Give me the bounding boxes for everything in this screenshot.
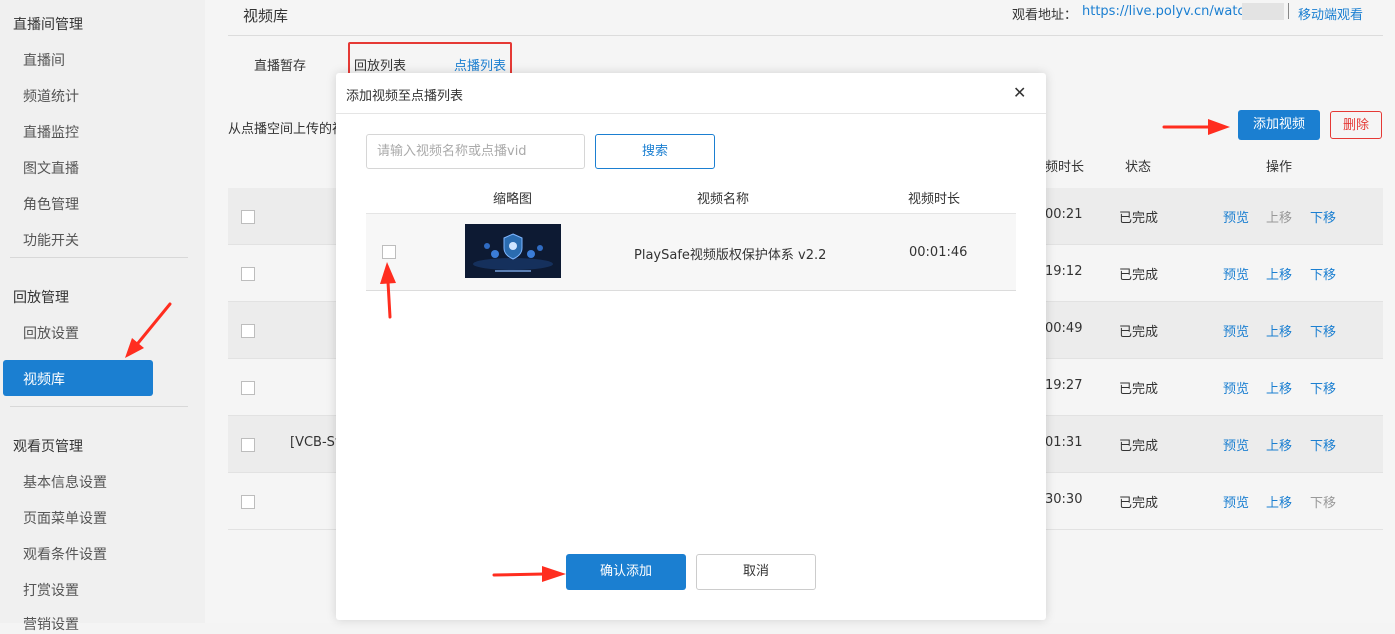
move-up-link[interactable]: 上移 xyxy=(1266,492,1292,511)
move-up-link: 上移 xyxy=(1266,211,1293,226)
sidebar: 直播间管理 直播间 频道统计 直播监控 图文直播 角色管理 功能开关 回放管理 … xyxy=(0,0,205,633)
sidebar-group-watch: 观看页管理 xyxy=(13,439,83,455)
row-status: 已完成 xyxy=(1119,268,1159,283)
sidebar-item-basic-info[interactable]: 基本信息设置 xyxy=(23,472,107,492)
close-icon[interactable]: ✕ xyxy=(1013,83,1026,102)
sidebar-item-feature-switch[interactable]: 功能开关 xyxy=(23,230,79,250)
header-separator xyxy=(1288,3,1289,19)
preview-link[interactable]: 预览 xyxy=(1223,435,1249,454)
row-status: 已完成 xyxy=(1119,496,1159,511)
row-checkbox[interactable] xyxy=(241,267,255,281)
column-header-video-name: 视频名称 xyxy=(697,192,750,207)
url-redaction xyxy=(1242,3,1284,20)
row-duration: 00:21 xyxy=(1045,207,1083,222)
watch-url-link[interactable]: https://live.polyv.cn/watch/ xyxy=(1082,4,1257,19)
preview-link[interactable]: 预览 xyxy=(1223,378,1249,397)
tab-live-storage[interactable]: 直播暂存 xyxy=(254,55,306,74)
move-up-link[interactable]: 上移 xyxy=(1266,435,1292,454)
sidebar-item-live-room[interactable]: 直播间 xyxy=(23,50,65,70)
sidebar-group-live: 直播间管理 xyxy=(13,17,83,33)
row-checkbox[interactable] xyxy=(241,495,255,509)
sidebar-item-text-live[interactable]: 图文直播 xyxy=(23,158,79,178)
row-checkbox[interactable] xyxy=(241,381,255,395)
confirm-add-button[interactable]: 确认添加 xyxy=(566,554,686,590)
sidebar-item-marketing[interactable]: 营销设置 xyxy=(23,614,79,634)
search-input[interactable] xyxy=(366,134,585,169)
delete-button[interactable]: 删除 xyxy=(1330,111,1382,139)
video-name: PlaySafe视频版权保护体系 v2.2 xyxy=(634,248,827,263)
header-divider xyxy=(228,35,1383,36)
thumbnail-image xyxy=(465,224,561,278)
move-down-link[interactable]: 下移 xyxy=(1310,321,1336,340)
move-down-link[interactable]: 下移 xyxy=(1310,264,1336,283)
page-title: 视频库 xyxy=(243,7,289,25)
sidebar-item-reward[interactable]: 打赏设置 xyxy=(23,580,79,600)
sidebar-divider xyxy=(10,406,188,407)
row-duration: 19:27 xyxy=(1045,378,1083,393)
move-down-link[interactable]: 下移 xyxy=(1310,207,1336,226)
mobile-watch-link[interactable]: 移动端观看 xyxy=(1298,4,1363,23)
row-duration: 30:30 xyxy=(1045,492,1083,507)
move-down-link[interactable]: 下移 xyxy=(1310,435,1336,454)
row-duration: 00:49 xyxy=(1045,321,1083,336)
table-row: PlaySafe视频版权保护体系 v2.2 00:01:46 xyxy=(366,214,1016,291)
sidebar-item-watch-conditions[interactable]: 观看条件设置 xyxy=(23,544,107,564)
move-down-link[interactable]: 下移 xyxy=(1310,378,1336,397)
preview-link[interactable]: 预览 xyxy=(1223,321,1249,340)
row-status: 已完成 xyxy=(1119,382,1159,397)
description-text: 从点播空间上传的视 xyxy=(228,122,346,137)
column-header-duration: 频时长 xyxy=(1045,160,1085,175)
sidebar-item-playback-settings[interactable]: 回放设置 xyxy=(23,323,79,343)
search-button[interactable]: 搜索 xyxy=(595,134,715,169)
sidebar-item-page-menu[interactable]: 页面菜单设置 xyxy=(23,508,107,528)
sidebar-item-live-monitor[interactable]: 直播监控 xyxy=(23,122,79,142)
column-header-status: 状态 xyxy=(1125,160,1152,175)
dialog-title: 添加视频至点播列表 xyxy=(346,89,464,104)
column-header-ops: 操作 xyxy=(1266,160,1293,175)
preview-link[interactable]: 预览 xyxy=(1223,492,1249,511)
move-up-link[interactable]: 上移 xyxy=(1266,321,1292,340)
move-up-link[interactable]: 上移 xyxy=(1266,264,1292,283)
preview-link[interactable]: 预览 xyxy=(1223,207,1249,226)
dialog-divider xyxy=(336,113,1046,114)
row-status: 已完成 xyxy=(1119,211,1159,226)
sidebar-group-playback: 回放管理 xyxy=(13,290,69,306)
watch-address-label: 观看地址： xyxy=(1012,8,1078,23)
row-duration: 19:12 xyxy=(1045,264,1083,279)
add-video-dialog: 添加视频至点播列表 ✕ 搜索 缩略图 视频名称 视频时长 PlaySafe视频版… xyxy=(336,73,1046,620)
row-checkbox[interactable] xyxy=(241,324,255,338)
sidebar-item-channel-stats[interactable]: 频道统计 xyxy=(23,86,79,106)
row-checkbox[interactable] xyxy=(241,210,255,224)
preview-link[interactable]: 预览 xyxy=(1223,264,1249,283)
sidebar-item-video-library[interactable]: 视频库 xyxy=(3,360,153,396)
video-checkbox[interactable] xyxy=(382,245,396,259)
sidebar-item-roles[interactable]: 角色管理 xyxy=(23,194,79,214)
sidebar-item-label: 视频库 xyxy=(23,372,65,388)
row-checkbox[interactable] xyxy=(241,438,255,452)
cancel-button[interactable]: 取消 xyxy=(696,554,816,590)
sidebar-divider xyxy=(10,257,188,258)
video-duration: 00:01:46 xyxy=(909,245,968,260)
row-status: 已完成 xyxy=(1119,439,1159,454)
row-duration: 01:31 xyxy=(1045,435,1083,450)
move-down-link: 下移 xyxy=(1310,496,1337,511)
row-status: 已完成 xyxy=(1119,325,1159,340)
add-video-button[interactable]: 添加视频 xyxy=(1238,110,1320,140)
video-thumbnail xyxy=(465,224,561,278)
move-up-link[interactable]: 上移 xyxy=(1266,378,1292,397)
column-header-thumbnail: 缩略图 xyxy=(493,192,533,207)
column-header-video-duration: 视频时长 xyxy=(908,192,961,207)
